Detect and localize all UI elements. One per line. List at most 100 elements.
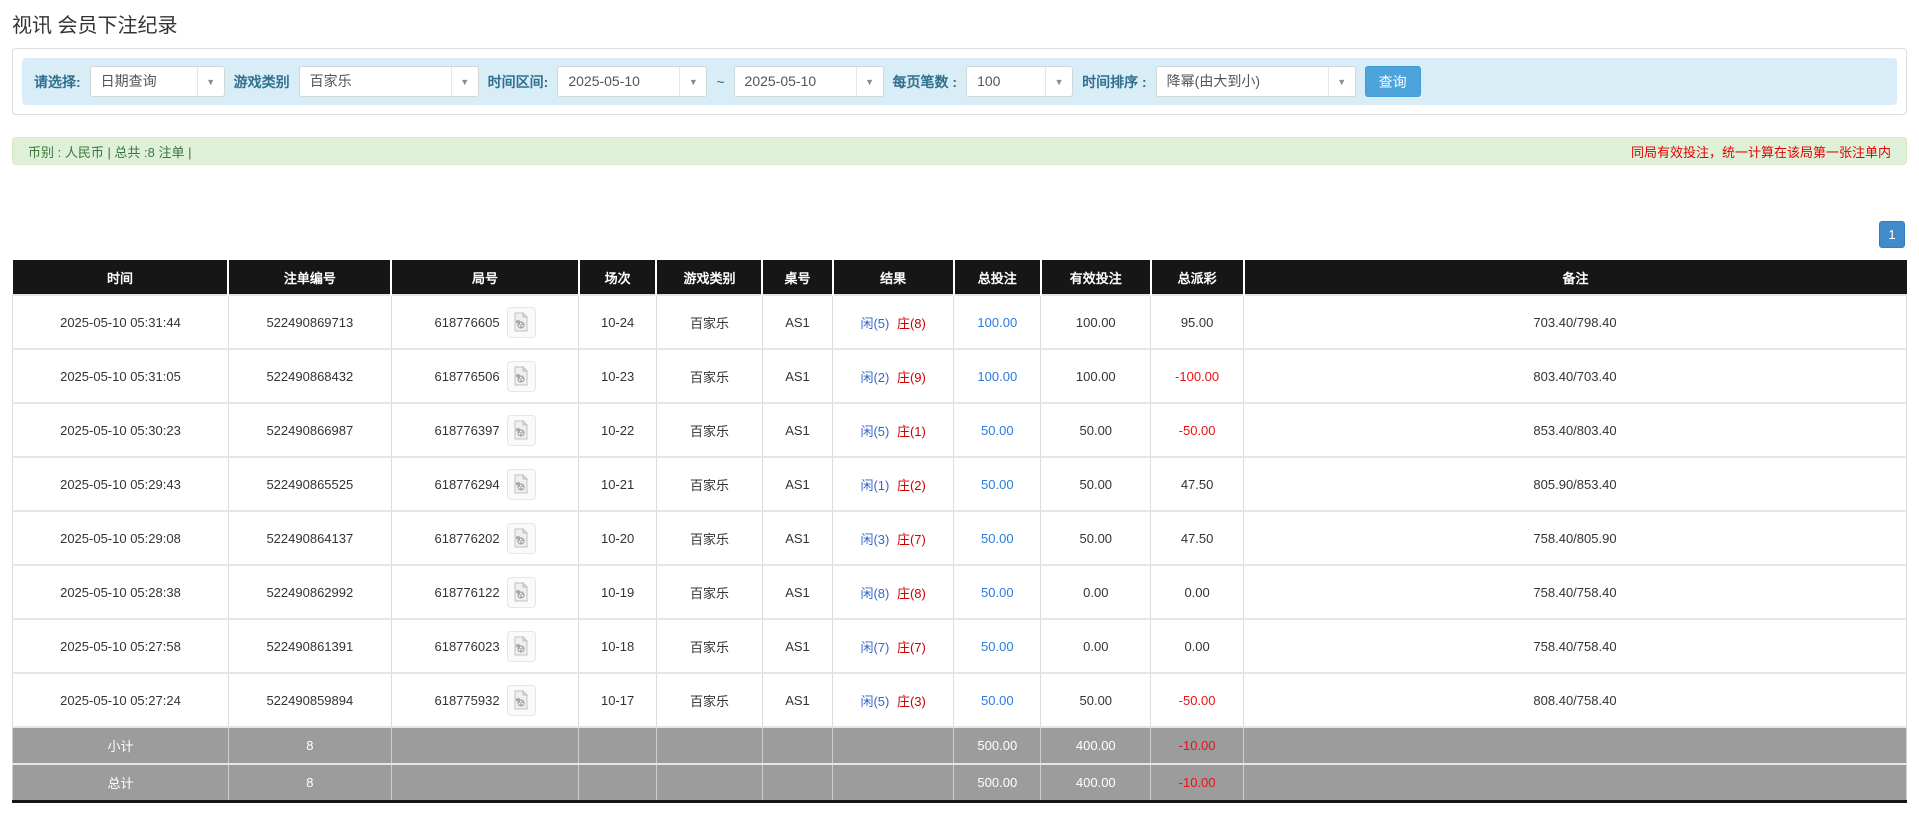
cell-game-type: 百家乐 — [656, 673, 762, 727]
subtotal-count: 8 — [228, 727, 391, 764]
header-bet-id: 注单编号 — [228, 260, 391, 295]
chevron-down-icon: ▼ — [1045, 67, 1072, 96]
cell-total-bet: 50.00 — [954, 403, 1041, 457]
video-replay-button[interactable] — [507, 523, 536, 554]
date-to-value: 2025-05-10 — [735, 67, 856, 96]
cell-bet-id: 522490866987 — [228, 403, 391, 457]
header-table-no: 桌号 — [762, 260, 832, 295]
table-row: 2025-05-10 05:27:24 522490859894 6187759… — [13, 673, 1907, 727]
header-round: 局号 — [391, 260, 579, 295]
cell-result: 闲(5) 庄(8) — [833, 295, 954, 349]
total-bet-link[interactable]: 50.00 — [981, 585, 1014, 600]
cell-time: 2025-05-10 05:30:23 — [13, 403, 229, 457]
subtotal-label: 小计 — [13, 727, 229, 764]
result-banker: 庄(7) — [897, 532, 926, 547]
cell-table-no: AS1 — [762, 457, 832, 511]
table-row: 2025-05-10 05:29:43 522490865525 6187762… — [13, 457, 1907, 511]
result-player: 闲(1) — [860, 478, 889, 493]
chevron-down-icon: ▼ — [451, 67, 478, 96]
total-bet-link[interactable]: 100.00 — [977, 369, 1017, 384]
cell-bet-id: 522490859894 — [228, 673, 391, 727]
video-replay-button[interactable] — [507, 307, 536, 338]
select-type-label: 请选择: — [34, 72, 81, 92]
round-number: 618776023 — [434, 639, 499, 654]
total-bet-link[interactable]: 100.00 — [977, 315, 1017, 330]
date-range-tilde: ~ — [716, 74, 724, 90]
date-range-label: 时间区间: — [488, 72, 549, 92]
video-replay-button[interactable] — [507, 415, 536, 446]
result-player: 闲(5) — [860, 316, 889, 331]
result-player: 闲(5) — [860, 694, 889, 709]
cell-payout: 47.50 — [1151, 457, 1244, 511]
cell-bet-id: 522490864137 — [228, 511, 391, 565]
header-valid-bet: 有效投注 — [1041, 260, 1151, 295]
cell-session: 10-19 — [579, 565, 657, 619]
cell-remark: 758.40/758.40 — [1244, 619, 1907, 673]
cell-payout: 0.00 — [1151, 565, 1244, 619]
valid-bet-notice-text: 同局有效投注，统一计算在该局第一张注单内 — [1631, 142, 1891, 161]
query-type-value: 日期查询 — [91, 67, 197, 96]
filter-bar: 请选择: 日期查询 ▼ 游戏类别 百家乐 ▼ 时间区间: 2025-05-10 … — [22, 58, 1897, 105]
cell-remark: 758.40/758.40 — [1244, 565, 1907, 619]
cell-game-type: 百家乐 — [656, 565, 762, 619]
cell-result: 闲(5) 庄(3) — [833, 673, 954, 727]
cell-remark: 808.40/758.40 — [1244, 673, 1907, 727]
cell-table-no: AS1 — [762, 511, 832, 565]
total-bet-link[interactable]: 50.00 — [981, 531, 1014, 546]
page-size-select[interactable]: 100 ▼ — [966, 66, 1073, 97]
total-bet-link[interactable]: 50.00 — [981, 693, 1014, 708]
total-bet-link[interactable]: 50.00 — [981, 477, 1014, 492]
date-from-select[interactable]: 2025-05-10 ▼ — [557, 66, 707, 97]
cell-session: 10-18 — [579, 619, 657, 673]
table-row: 2025-05-10 05:30:23 522490866987 6187763… — [13, 403, 1907, 457]
cell-bet-id: 522490869713 — [228, 295, 391, 349]
cell-remark: 853.40/803.40 — [1244, 403, 1907, 457]
cell-session: 10-17 — [579, 673, 657, 727]
header-time: 时间 — [13, 260, 229, 295]
page-1-button[interactable]: 1 — [1879, 221, 1905, 248]
video-replay-button[interactable] — [507, 577, 536, 608]
video-replay-button[interactable] — [507, 361, 536, 392]
table-row: 2025-05-10 05:27:58 522490861391 6187760… — [13, 619, 1907, 673]
cell-total-bet: 100.00 — [954, 295, 1041, 349]
cell-round: 618775932 — [391, 673, 579, 727]
cell-table-no: AS1 — [762, 565, 832, 619]
round-number: 618776605 — [434, 315, 499, 330]
result-player: 闲(5) — [860, 424, 889, 439]
cell-valid-bet: 0.00 — [1041, 619, 1151, 673]
query-type-select[interactable]: 日期查询 ▼ — [90, 66, 225, 97]
cell-remark: 805.90/853.40 — [1244, 457, 1907, 511]
cell-remark: 803.40/703.40 — [1244, 349, 1907, 403]
subtotal-row: 小计 8 500.00 400.00 -10.00 — [13, 727, 1907, 764]
table-footer: 小计 8 500.00 400.00 -10.00 总计 8 500.00 40… — [13, 727, 1907, 801]
subtotal-valid-bet: 400.00 — [1041, 727, 1151, 764]
video-replay-button[interactable] — [507, 631, 536, 662]
video-icon — [512, 582, 530, 602]
header-session: 场次 — [579, 260, 657, 295]
video-replay-button[interactable] — [507, 469, 536, 500]
game-type-value: 百家乐 — [300, 67, 451, 96]
time-sort-select[interactable]: 降幂(由大到小) ▼ — [1156, 66, 1356, 97]
chevron-down-icon: ▼ — [197, 67, 224, 96]
cell-result: 闲(5) 庄(1) — [833, 403, 954, 457]
total-bet-link[interactable]: 50.00 — [981, 423, 1014, 438]
video-replay-button[interactable] — [507, 685, 536, 716]
cell-bet-id: 522490868432 — [228, 349, 391, 403]
cell-remark: 758.40/805.90 — [1244, 511, 1907, 565]
total-row: 总计 8 500.00 400.00 -10.00 — [13, 764, 1907, 801]
cell-valid-bet: 0.00 — [1041, 565, 1151, 619]
result-player: 闲(2) — [860, 370, 889, 385]
game-type-select[interactable]: 百家乐 ▼ — [299, 66, 479, 97]
cell-time: 2025-05-10 05:27:24 — [13, 673, 229, 727]
header-remark: 备注 — [1244, 260, 1907, 295]
cell-game-type: 百家乐 — [656, 511, 762, 565]
cell-time: 2025-05-10 05:29:08 — [13, 511, 229, 565]
date-to-select[interactable]: 2025-05-10 ▼ — [734, 66, 884, 97]
total-label: 总计 — [13, 764, 229, 801]
header-game-type: 游戏类别 — [656, 260, 762, 295]
cell-payout: 95.00 — [1151, 295, 1244, 349]
search-button[interactable]: 查询 — [1365, 66, 1421, 97]
video-icon — [512, 636, 530, 656]
cell-game-type: 百家乐 — [656, 457, 762, 511]
total-bet-link[interactable]: 50.00 — [981, 639, 1014, 654]
